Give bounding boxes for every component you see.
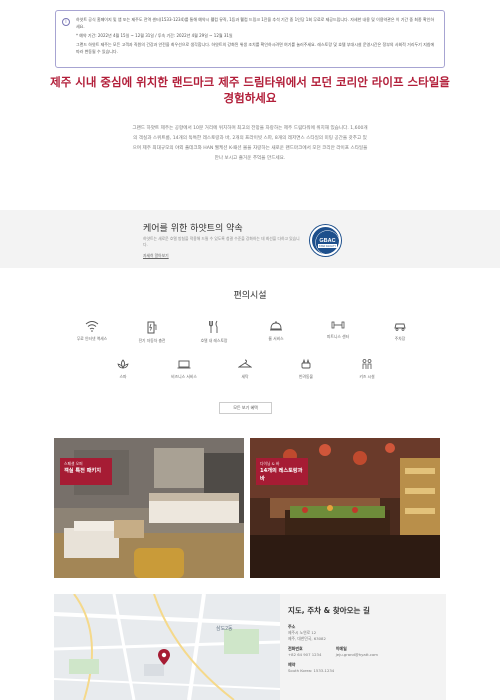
page-headline: 제주 시내 중심에 위치한 랜드마크 제주 드림타워에서 모던 코리안 라이프 … xyxy=(50,75,450,105)
email-value[interactable]: jeju.grand@hyatt.com xyxy=(336,652,378,658)
location-map[interactable]: 삼도2동 xyxy=(54,594,280,700)
ev-charging-icon xyxy=(147,321,157,334)
amenity-ev: 전기 자동차 충전 xyxy=(120,320,184,344)
amenity-label: 키즈 시설 xyxy=(359,374,375,379)
reservation-value[interactable]: South Korea: 1533-1234 xyxy=(288,668,438,674)
amenity-label: 주차장 xyxy=(394,336,406,341)
room-service-icon xyxy=(270,321,282,331)
parking-icon xyxy=(394,323,406,331)
phone-value[interactable]: +82 64 907 1234 xyxy=(288,652,321,658)
promo-rooms-kicker: 스페셜 오퍼 xyxy=(64,461,83,466)
restaurant-icon xyxy=(209,320,218,333)
care-learn-more-link[interactable]: 자세히 알아보기 xyxy=(143,253,169,259)
pet-icon xyxy=(301,358,311,369)
promo-dining-card[interactable]: 다이닝 & 바 14개의 레스토랑과 바 xyxy=(250,438,440,578)
amenity-label: 세탁 xyxy=(241,374,249,379)
promo-rooms-card[interactable]: 스페셜 오퍼 객실 특전 패키지 xyxy=(54,438,244,578)
amenity-label: 스파 xyxy=(119,374,127,379)
amenity-label: 룸 서비스 xyxy=(268,336,284,341)
kids-icon xyxy=(362,359,372,369)
gbac-badge-icon: GBAC STAR FACILITY xyxy=(310,225,341,256)
care-description: 하얏트는 새로운 호텔 방침을 적용해 드릴 수 있도록 청결 수준을 강화하는… xyxy=(143,236,300,247)
promo-dining-kicker: 다이닝 & 바 xyxy=(260,461,280,466)
amenity-kids: 키즈 시설 xyxy=(335,358,399,380)
info-icon: i xyxy=(62,18,70,26)
amenity-label: 피트니스 센터 xyxy=(326,334,350,339)
promo-dining-title: 14개의 레스토랑과 바 xyxy=(260,468,303,482)
location-contact-panel: 지도, 주차 & 찾아오는 길 주소 제주시 노연로 12 제주, 대한민국, … xyxy=(280,594,446,700)
amenity-laundry: 세탁 xyxy=(213,358,277,380)
badge-top-text: GBAC xyxy=(319,238,335,244)
amenity-business: 비즈니스 서비스 xyxy=(152,358,216,380)
business-icon xyxy=(177,360,191,369)
notice-dates: * 예약 기간: 2022년 4월 15일 ~ 12월 31일 / 투숙 기간:… xyxy=(76,33,233,38)
map-pin-icon xyxy=(158,649,170,665)
contact-grid: 전화번호 +82 64 907 1234 이메일 jeju.grand@hyat… xyxy=(288,646,378,658)
badge-bottom-text: STAR FACILITY xyxy=(319,245,337,248)
amenity-label: 반려동물 xyxy=(299,374,313,379)
view-all-amenities-button[interactable]: 모든 보기 혜택 xyxy=(219,402,272,414)
promo-dining-tag: 다이닝 & 바 14개의 레스토랑과 바 xyxy=(256,458,308,485)
amenity-label: 호텔 내 레스토랑 xyxy=(200,338,228,343)
fitness-icon xyxy=(331,321,345,329)
address-value: 제주시 노연로 12 제주, 대한민국, 63082 xyxy=(288,630,326,641)
intro-paragraph: 그랜드 하얏트 제주는 공항에서 10분 거리에 위치하며 최고의 전망을 자랑… xyxy=(132,126,368,161)
amenity-pet: 반려동물 xyxy=(274,358,338,380)
spa-icon xyxy=(117,359,129,369)
amenity-label: 무료 인터넷 액세스 xyxy=(76,336,108,341)
notice-box: i 하얏트 공식 홈페이지 및 앱 또는 제주도 전역 센터(1533-1234… xyxy=(55,10,445,68)
amenity-fitness: 피트니스 센터 xyxy=(306,320,370,340)
location-title: 지도, 주차 & 찾아오는 길 xyxy=(288,606,370,615)
care-title: 케어를 위한 하얏트의 약속 xyxy=(143,224,243,234)
map-area-label: 삼도2동 xyxy=(216,625,233,632)
amenity-wifi: 무료 인터넷 액세스 xyxy=(60,320,124,342)
wifi-icon xyxy=(85,321,99,332)
care-section: 케어를 위한 하얏트의 약속 하얏트는 새로운 호텔 방침을 적용해 드릴 수 … xyxy=(0,210,500,268)
amenity-label: 비즈니스 서비스 xyxy=(171,374,197,379)
promo-rooms-title: 객실 특전 패키지 xyxy=(64,468,102,474)
notice-text: 하얏트 공식 홈페이지 및 앱 또는 제주도 전역 센터(1533-1234)를… xyxy=(76,17,435,29)
notice-safety: 그랜드 하얏트 제주는 모든 고객과 직원의 건강과 안전을 최우선으로 생각합… xyxy=(76,42,435,54)
amenity-spa: 스파 xyxy=(91,358,155,380)
amenity-restaurant: 호텔 내 레스토랑 xyxy=(182,320,246,344)
laundry-icon xyxy=(238,359,252,368)
amenities-title: 편의시설 xyxy=(233,291,267,301)
promo-rooms-tag: 스페셜 오퍼 객실 특전 패키지 xyxy=(60,458,112,485)
amenity-label: 전기 자동차 충전 xyxy=(138,338,166,343)
amenity-parking: 주차장 xyxy=(368,320,432,342)
amenity-room-service: 룸 서비스 xyxy=(244,320,308,342)
